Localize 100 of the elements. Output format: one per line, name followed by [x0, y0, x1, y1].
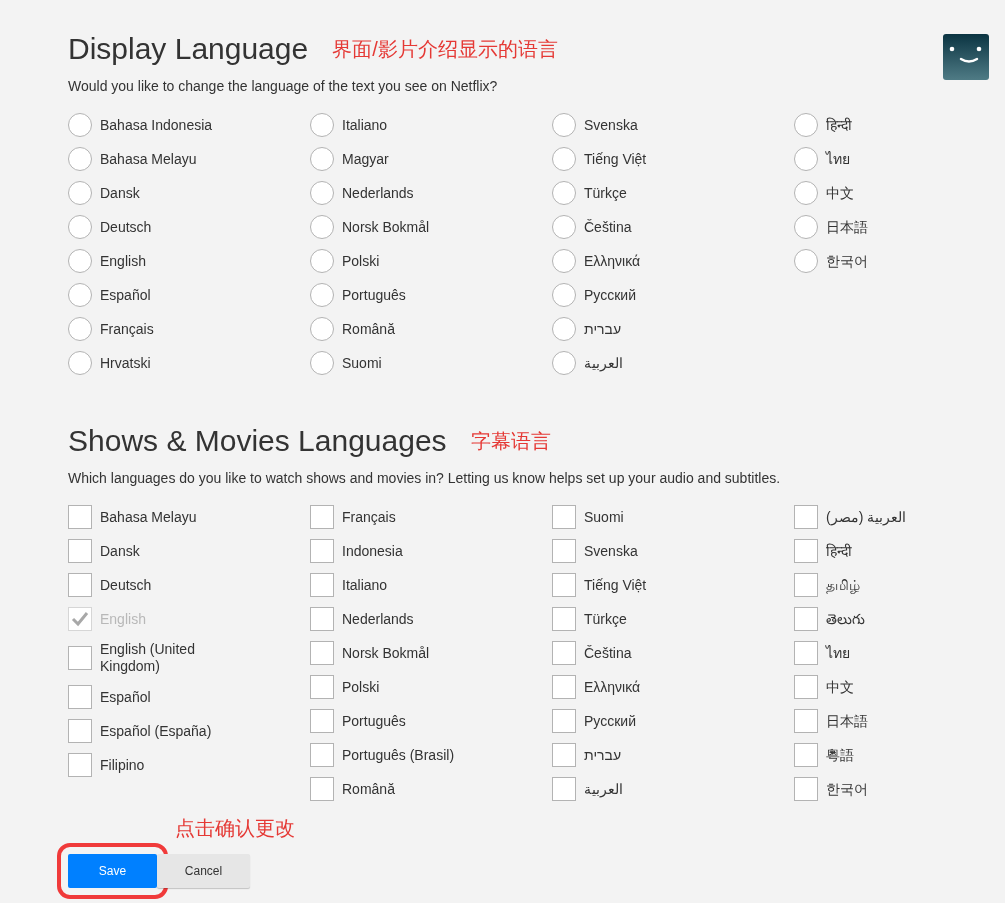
checkbox[interactable]: [310, 777, 334, 801]
language-label[interactable]: Filipino: [100, 756, 145, 774]
language-label[interactable]: Français: [100, 320, 154, 338]
language-label[interactable]: ไทย: [826, 150, 850, 168]
checkbox[interactable]: [552, 607, 576, 631]
language-label[interactable]: Deutsch: [100, 218, 152, 236]
language-label[interactable]: Tiếng Việt: [584, 576, 647, 594]
checkbox[interactable]: [68, 719, 92, 743]
language-label[interactable]: Dansk: [100, 184, 140, 202]
language-label[interactable]: Português: [342, 712, 406, 730]
radio-button[interactable]: [68, 283, 92, 307]
checkbox[interactable]: [794, 709, 818, 733]
radio-button[interactable]: [68, 113, 92, 137]
language-label[interactable]: தமிழ்: [826, 576, 860, 594]
radio-button[interactable]: [310, 181, 334, 205]
language-label[interactable]: हिन्दी: [826, 116, 852, 134]
radio-button[interactable]: [310, 147, 334, 171]
language-label[interactable]: 日本語: [826, 712, 868, 730]
language-label[interactable]: Español: [100, 688, 151, 706]
checkbox[interactable]: [552, 505, 576, 529]
checkbox[interactable]: [310, 743, 334, 767]
checkbox[interactable]: [794, 607, 818, 631]
radio-button[interactable]: [552, 351, 576, 375]
save-button[interactable]: Save: [68, 854, 157, 888]
radio-button[interactable]: [310, 351, 334, 375]
language-label[interactable]: 粵語: [826, 746, 854, 764]
radio-button[interactable]: [794, 113, 818, 137]
radio-button[interactable]: [310, 113, 334, 137]
language-label[interactable]: 中文: [826, 678, 854, 696]
language-label[interactable]: Bahasa Melayu: [100, 508, 197, 526]
radio-button[interactable]: [68, 215, 92, 239]
checkbox[interactable]: [552, 539, 576, 563]
language-label[interactable]: Italiano: [342, 576, 388, 594]
checkbox[interactable]: [794, 777, 818, 801]
language-label[interactable]: हिन्दी: [826, 542, 852, 560]
checkbox[interactable]: [794, 743, 818, 767]
language-label[interactable]: 中文: [826, 184, 854, 202]
language-label[interactable]: العربية: [584, 780, 623, 798]
radio-button[interactable]: [794, 147, 818, 171]
radio-button[interactable]: [68, 351, 92, 375]
language-label[interactable]: Deutsch: [100, 576, 152, 594]
radio-button[interactable]: [310, 249, 334, 273]
radio-button[interactable]: [68, 181, 92, 205]
checkbox[interactable]: [552, 641, 576, 665]
checkbox[interactable]: [310, 607, 334, 631]
checkbox[interactable]: [794, 573, 818, 597]
language-label[interactable]: Čeština: [584, 644, 632, 662]
language-label[interactable]: Türkçe: [584, 610, 627, 628]
checkbox[interactable]: [794, 675, 818, 699]
language-label[interactable]: Română: [342, 320, 395, 338]
radio-button[interactable]: [552, 283, 576, 307]
radio-button[interactable]: [552, 249, 576, 273]
checkbox[interactable]: [552, 675, 576, 699]
checkbox[interactable]: [310, 641, 334, 665]
language-label[interactable]: Svenska: [584, 542, 638, 560]
checkbox[interactable]: [552, 573, 576, 597]
checkbox[interactable]: [310, 573, 334, 597]
language-label[interactable]: עברית: [584, 320, 622, 338]
checkbox[interactable]: [552, 743, 576, 767]
checkbox[interactable]: [310, 675, 334, 699]
language-label[interactable]: Italiano: [342, 116, 388, 134]
language-label[interactable]: العربية (مصر): [826, 508, 907, 526]
radio-button[interactable]: [552, 215, 576, 239]
language-label[interactable]: Norsk Bokmål: [342, 218, 430, 236]
language-label[interactable]: Español (España): [100, 722, 212, 740]
radio-button[interactable]: [310, 317, 334, 341]
checkbox[interactable]: [68, 685, 92, 709]
radio-button[interactable]: [68, 147, 92, 171]
radio-button[interactable]: [794, 249, 818, 273]
checkbox[interactable]: [552, 777, 576, 801]
checkbox[interactable]: [794, 505, 818, 529]
language-label[interactable]: Ελληνικά: [584, 678, 641, 696]
checkbox[interactable]: [794, 641, 818, 665]
checkbox[interactable]: [552, 709, 576, 733]
language-label[interactable]: Nederlands: [342, 184, 414, 202]
checkbox[interactable]: [68, 505, 92, 529]
cancel-button[interactable]: Cancel: [157, 854, 250, 888]
language-label[interactable]: Suomi: [584, 508, 624, 526]
radio-button[interactable]: [68, 317, 92, 341]
checkbox[interactable]: [68, 573, 92, 597]
language-label[interactable]: العربية: [584, 354, 623, 372]
radio-button[interactable]: [310, 215, 334, 239]
language-label[interactable]: Română: [342, 780, 395, 798]
language-label[interactable]: Magyar: [342, 150, 389, 168]
language-label[interactable]: Русский: [584, 712, 636, 730]
checkbox[interactable]: [794, 539, 818, 563]
checkbox[interactable]: [68, 646, 92, 670]
checkbox[interactable]: [68, 539, 92, 563]
checkbox[interactable]: [310, 709, 334, 733]
language-label[interactable]: Norsk Bokmål: [342, 644, 430, 662]
language-label[interactable]: Ελληνικά: [584, 252, 641, 270]
language-label[interactable]: Dansk: [100, 542, 140, 560]
language-label[interactable]: 한국어: [826, 780, 868, 798]
radio-button[interactable]: [552, 147, 576, 171]
radio-button[interactable]: [552, 181, 576, 205]
checkbox[interactable]: [310, 539, 334, 563]
language-label[interactable]: Tiếng Việt: [584, 150, 647, 168]
radio-button[interactable]: [552, 113, 576, 137]
language-label[interactable]: Bahasa Indonesia: [100, 116, 213, 134]
language-label[interactable]: English (United Kingdom): [100, 641, 235, 675]
